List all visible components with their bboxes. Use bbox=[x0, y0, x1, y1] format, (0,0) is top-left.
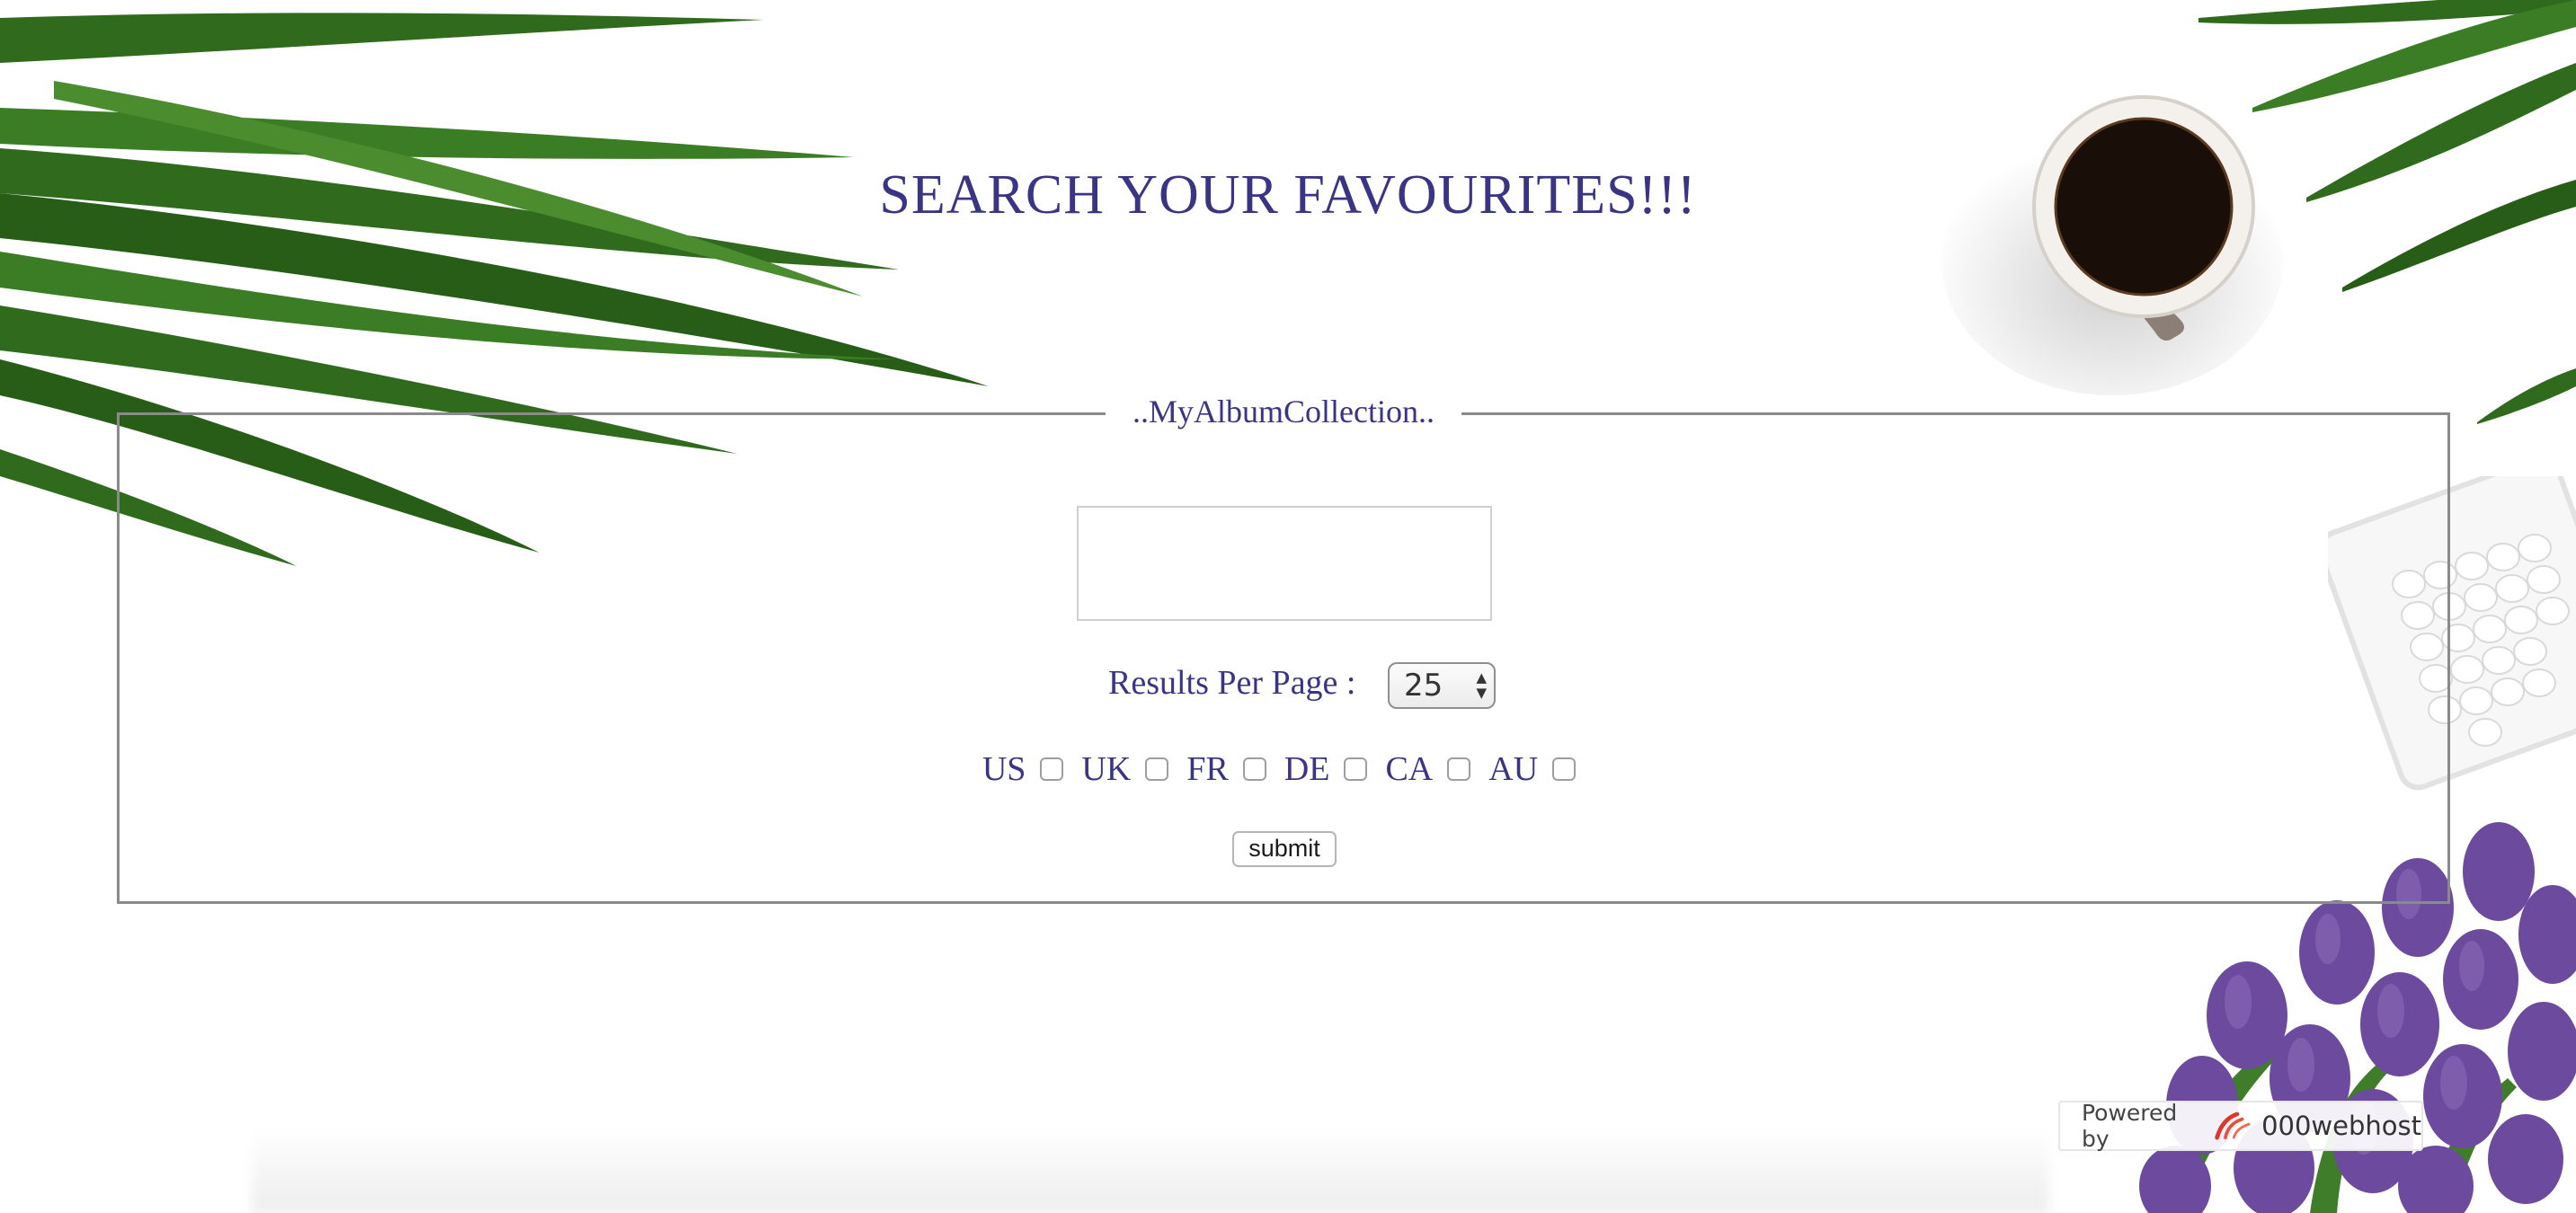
country-label-uk: UK bbox=[1081, 750, 1132, 788]
country-label-de: DE bbox=[1284, 750, 1330, 788]
country-checkbox-uk[interactable] bbox=[1145, 757, 1169, 781]
select-arrows-icon: ▲ ▼ bbox=[1476, 669, 1487, 701]
results-per-page-label: Results Per Page : bbox=[1108, 664, 1356, 702]
results-per-page-value: 25 bbox=[1404, 668, 1443, 704]
country-checkbox-ca[interactable] bbox=[1447, 757, 1471, 781]
country-label-ca: CA bbox=[1385, 750, 1434, 788]
country-filter: US UK FR DE CA AU bbox=[0, 749, 2576, 789]
country-label-fr: FR bbox=[1186, 750, 1229, 788]
fieldset-legend: ..MyAlbumCollection.. bbox=[1106, 393, 1461, 430]
country-label-us: US bbox=[982, 750, 1026, 788]
country-checkbox-us[interactable] bbox=[1040, 757, 1064, 781]
000webhost-logo-icon bbox=[2215, 1111, 2251, 1140]
country-label-au: AU bbox=[1488, 750, 1539, 788]
submit-button[interactable]: submit bbox=[1232, 831, 1337, 867]
host-brand: 000webhost bbox=[2261, 1111, 2421, 1141]
country-checkbox-fr[interactable] bbox=[1242, 757, 1266, 781]
powered-by-label: Powered by bbox=[2082, 1100, 2178, 1152]
bottom-shadow bbox=[252, 1128, 2049, 1213]
country-checkbox-au[interactable] bbox=[1552, 757, 1577, 781]
search-input[interactable] bbox=[1077, 506, 1492, 621]
country-checkbox-de[interactable] bbox=[1344, 757, 1368, 781]
coffee-cup-image bbox=[1941, 95, 2283, 395]
results-per-page-select[interactable]: 25 ▲ ▼ bbox=[1388, 662, 1496, 709]
album-search-fieldset: ..MyAlbumCollection.. bbox=[117, 393, 2450, 904]
page-title: SEARCH YOUR FAVOURITES!!! bbox=[879, 164, 1697, 226]
powered-by-badge[interactable]: Powered by 000webhost bbox=[2058, 1100, 2423, 1152]
